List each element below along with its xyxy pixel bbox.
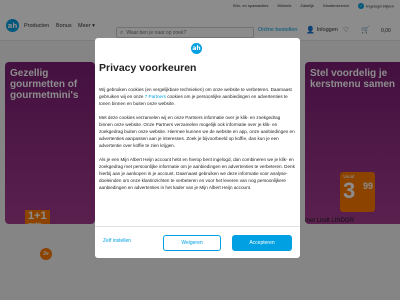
- weigeren-button[interactable]: Weigeren: [163, 235, 221, 251]
- privacy-modal: ah Privacy voorkeuren Wij gebruiken cook…: [95, 38, 300, 258]
- modal-body: Wij gebruiken cookies (en vergelijkbare …: [99, 86, 295, 223]
- zelf-instellen-button[interactable]: Zelf instellen: [103, 238, 131, 244]
- partners-link[interactable]: 7 Partners: [145, 94, 166, 99]
- modal-paragraph-2: Met deze cookies verzamelen wij en onze …: [99, 114, 295, 149]
- modal-title: Privacy voorkeuren: [99, 62, 197, 74]
- accepteren-button[interactable]: Accepteren: [232, 235, 292, 251]
- modal-paragraph-1: Wij gebruiken cookies (en vergelijkbare …: [99, 86, 295, 108]
- ah-logo-modal: ah: [191, 43, 202, 54]
- modal-paragraph-3: Als je een Mijn Albert Heijn account heb…: [99, 156, 295, 191]
- modal-footer: Zelf instellen Weigeren Accepteren: [95, 226, 300, 259]
